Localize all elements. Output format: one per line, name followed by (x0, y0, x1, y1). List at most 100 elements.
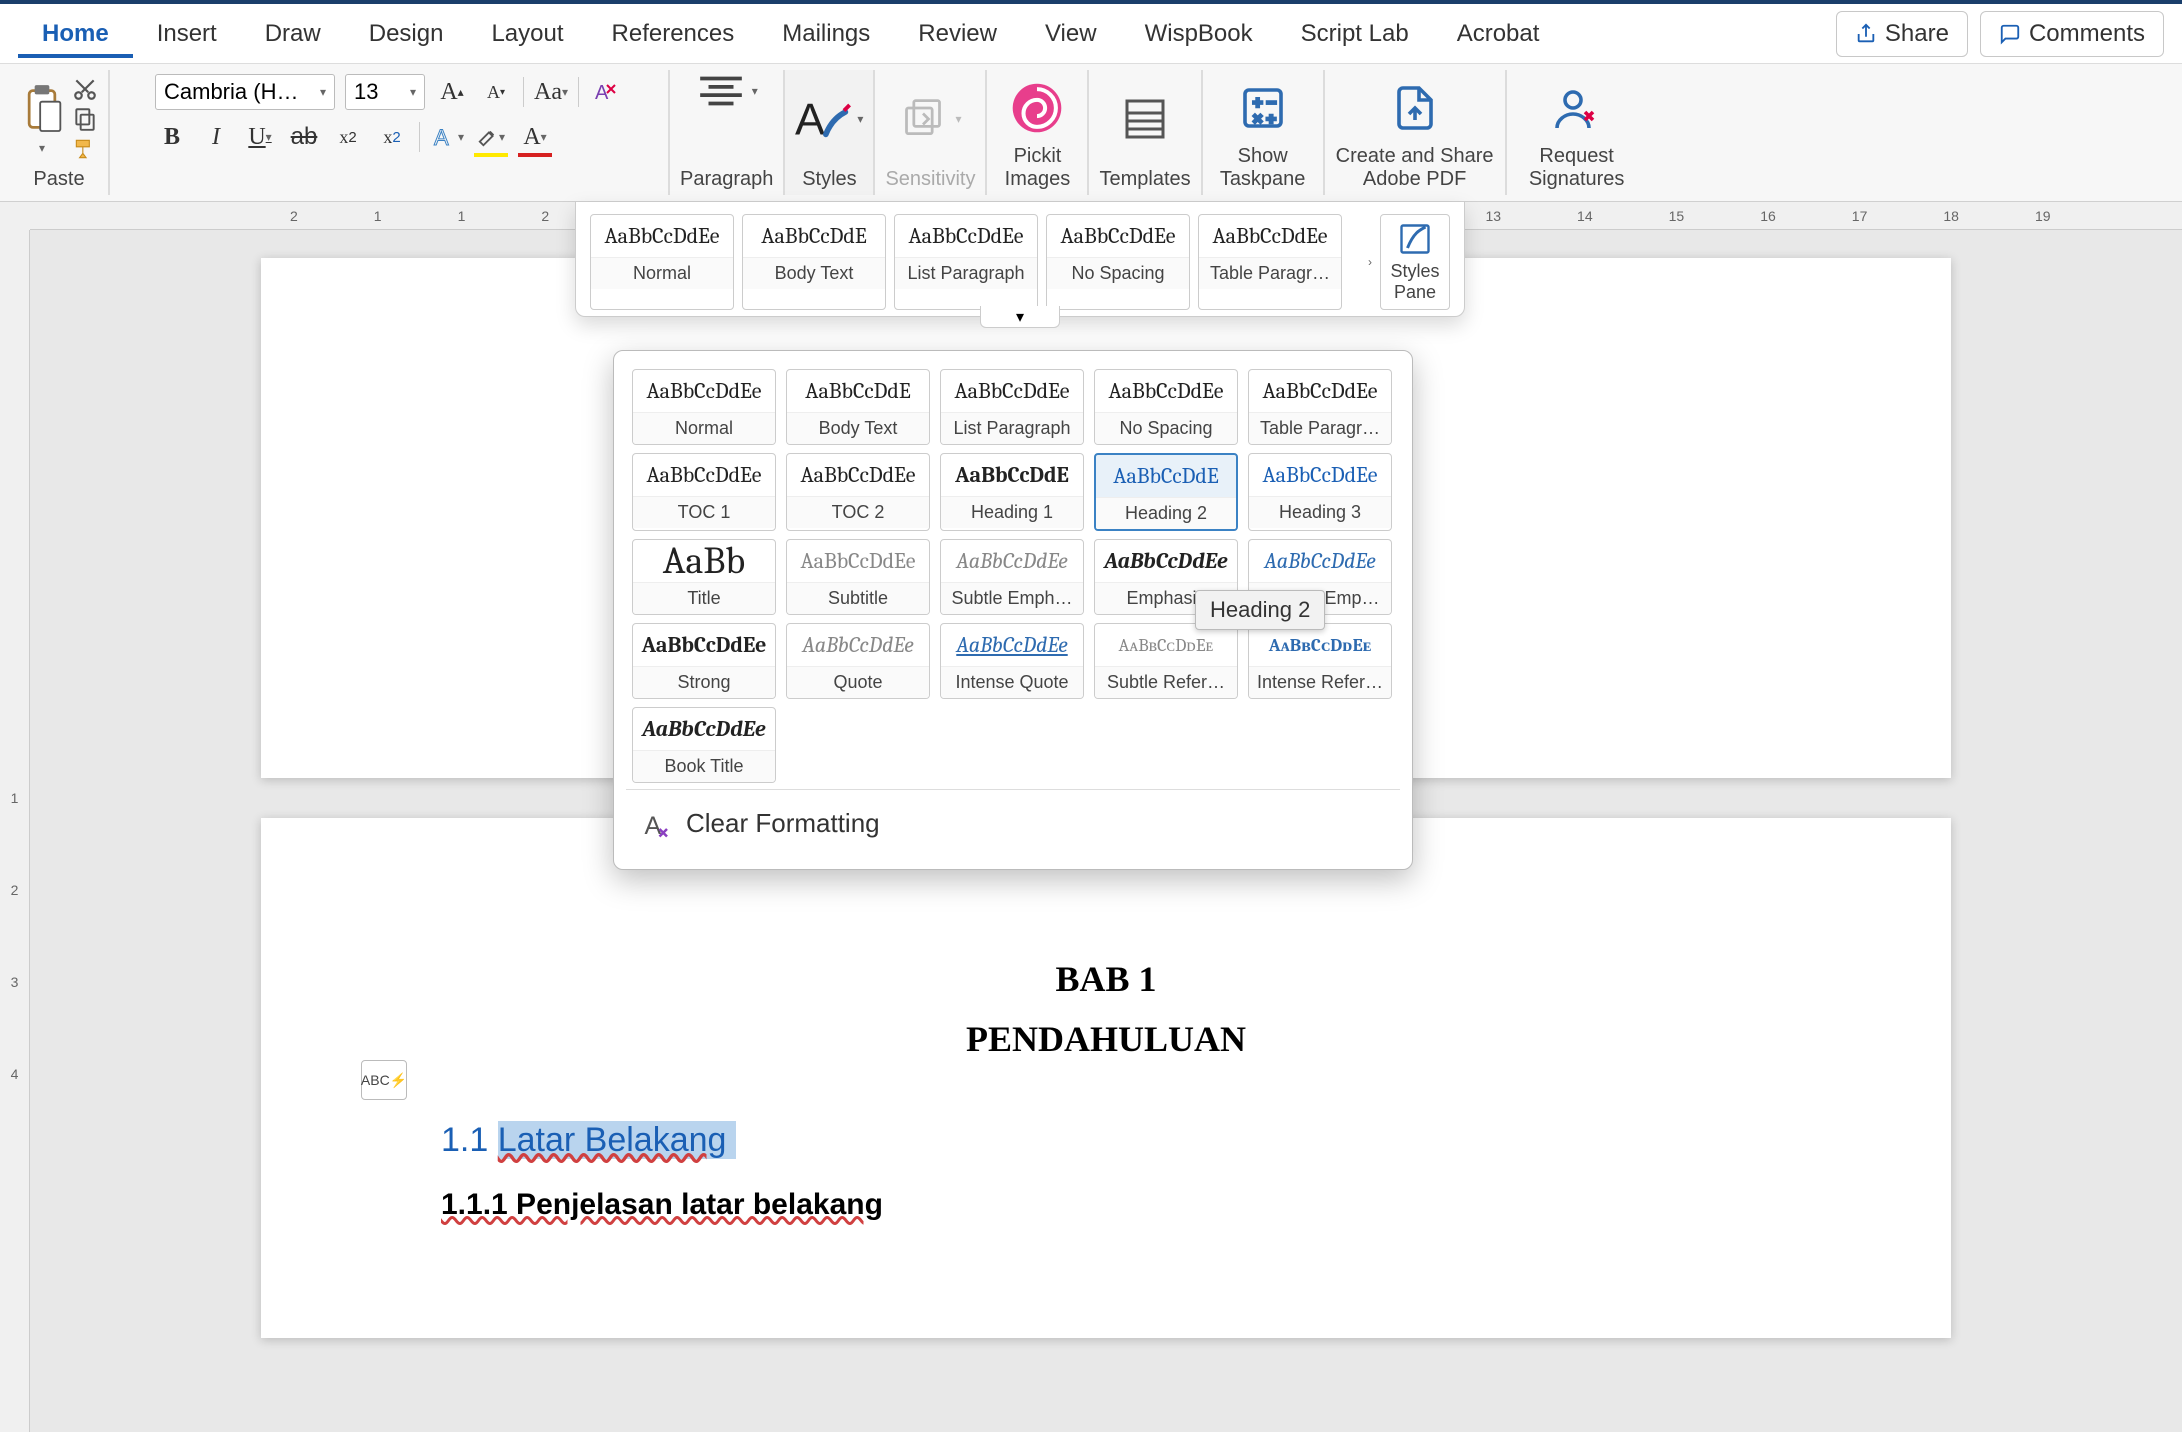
tab-design[interactable]: Design (345, 10, 468, 58)
grow-font-icon[interactable]: A▴ (435, 75, 469, 109)
change-case-icon[interactable]: Aa ▾ (534, 75, 568, 109)
paragraph-label: Paragraph (680, 168, 773, 191)
style-body-text[interactable]: AaBbCcDdEBody Text (786, 369, 930, 445)
tab-review[interactable]: Review (894, 10, 1021, 58)
cut-icon[interactable] (72, 76, 98, 102)
style-no-spacing[interactable]: AaBbCcDdEeNo Spacing (1094, 369, 1238, 445)
ribbon-tabs: HomeInsertDrawDesignLayoutReferencesMail… (0, 4, 2182, 64)
svg-text:× ÷: × ÷ (1253, 111, 1276, 128)
templates-icon[interactable] (1121, 95, 1169, 143)
adobe-pdf-group: Create and Share Adobe PDF (1325, 70, 1507, 195)
clipboard-group: ▾ Paste (10, 70, 110, 195)
tab-wispbook[interactable]: WispBook (1121, 10, 1277, 58)
doc-heading-2[interactable]: 1.1 Latar Belakang (441, 1120, 1771, 1160)
style-strong[interactable]: AaBbCcDdEeStrong (632, 623, 776, 699)
style-toc-2[interactable]: AaBbCcDdEeTOC 2 (786, 453, 930, 531)
paste-icon[interactable] (20, 83, 64, 135)
style-toc-1[interactable]: AaBbCcDdEeTOC 1 (632, 453, 776, 531)
style-tooltip: Heading 2 (1195, 590, 1325, 630)
subscript-button[interactable]: x2 (331, 120, 365, 154)
comments-label: Comments (2029, 20, 2145, 48)
copy-icon[interactable] (72, 106, 98, 132)
clear-format-icon[interactable]: A (589, 75, 623, 109)
style-table-paragr-[interactable]: AaBbCcDdEeTable Paragr… (1198, 214, 1342, 310)
font-color-icon[interactable]: A ▾ (518, 120, 552, 154)
highlight-icon[interactable]: ▾ (474, 120, 508, 154)
style-quote[interactable]: AaBbCcDdEeQuote (786, 623, 930, 699)
paragraph-chevron-icon[interactable]: ▾ (752, 84, 758, 98)
style-no-spacing[interactable]: AaBbCcDdEeNo Spacing (1046, 214, 1190, 310)
style-heading-2[interactable]: AaBbCcDdEHeading 2 (1094, 453, 1238, 531)
sensitivity-group: ▾ Sensitivity (875, 70, 987, 195)
styles-group: A ▾ Styles (785, 70, 875, 195)
styles-expand-chevron-icon[interactable]: ▾ (980, 306, 1060, 328)
style-subtle-refer-[interactable]: AᴀBʙCᴄDᴅEᴇSubtle Refer… (1094, 623, 1238, 699)
tab-draw[interactable]: Draw (241, 10, 345, 58)
italic-button[interactable]: I (199, 120, 233, 154)
font-size-combo[interactable]: 13▾ (345, 74, 425, 110)
pickit-label: Pickit Images (997, 145, 1077, 191)
sensitivity-label: Sensitivity (885, 168, 975, 191)
paste-chevron-icon[interactable]: ▾ (39, 141, 45, 155)
pickit-icon[interactable] (1010, 81, 1064, 135)
style-intense-quote[interactable]: AaBbCcDdEeIntense Quote (940, 623, 1084, 699)
templates-group: Templates (1089, 70, 1202, 195)
shrink-font-icon[interactable]: A▾ (479, 75, 513, 109)
style-list-paragraph[interactable]: AaBbCcDdEeList Paragraph (940, 369, 1084, 445)
svg-text:A: A (795, 95, 825, 143)
taskpane-group: + −× ÷ Show Taskpane (1203, 70, 1325, 195)
tab-script-lab[interactable]: Script Lab (1277, 10, 1433, 58)
style-table-paragr-[interactable]: AaBbCcDdEeTable Paragr… (1248, 369, 1392, 445)
signatures-icon[interactable] (1553, 84, 1601, 132)
font-group: Cambria (H…▾ 13▾ A▴ A▾ Aa ▾ A B I U ▾ ab… (110, 70, 670, 195)
adobe-pdf-icon[interactable] (1391, 84, 1439, 132)
style-normal[interactable]: AaBbCcDdEeNormal (632, 369, 776, 445)
style-title[interactable]: AaBbTitle (632, 539, 776, 615)
style-book-title[interactable]: AaBbCcDdEeBook Title (632, 707, 776, 783)
style-list-paragraph[interactable]: AaBbCcDdEeList Paragraph (894, 214, 1038, 310)
font-name-combo[interactable]: Cambria (H…▾ (155, 74, 335, 110)
style-body-text[interactable]: AaBbCcDdEBody Text (742, 214, 886, 310)
paragraph-group: ▾ Paragraph (670, 70, 785, 195)
strikethrough-button[interactable]: ab (287, 120, 321, 154)
share-button[interactable]: Share (1836, 11, 1968, 57)
clear-formatting-button[interactable]: A Clear Formatting (626, 789, 1400, 857)
style-intense-refer-[interactable]: AᴀBʙCᴄDᴅEᴇIntense Refer… (1248, 623, 1392, 699)
styles-pane-icon (1397, 221, 1433, 257)
autocorrect-options-icon[interactable]: ABC⚡ (361, 1060, 407, 1100)
tab-layout[interactable]: Layout (467, 10, 587, 58)
styles-chevron-icon[interactable]: ▾ (857, 112, 863, 126)
doc-heading-3[interactable]: 1.1.1 Penjelasan latar belakang (441, 1188, 1771, 1222)
styles-next-icon[interactable]: › (1368, 255, 1372, 269)
style-heading-3[interactable]: AaBbCcDdEeHeading 3 (1248, 453, 1392, 531)
styles-icon[interactable]: A (795, 95, 851, 143)
tab-references[interactable]: References (588, 10, 759, 58)
style-heading-1[interactable]: AaBbCcDdEHeading 1 (940, 453, 1084, 531)
style-normal[interactable]: AaBbCcDdEeNormal (590, 214, 734, 310)
clear-formatting-icon: A (642, 809, 672, 839)
bold-button[interactable]: B (155, 120, 189, 154)
tab-insert[interactable]: Insert (133, 10, 241, 58)
comments-button[interactable]: Comments (1980, 11, 2164, 57)
page-2: BAB 1 PENDAHULUAN 1.1 Latar Belakang 1.1… (261, 818, 1951, 1338)
styles-pane-button[interactable]: Styles Pane (1380, 214, 1450, 310)
share-label: Share (1885, 20, 1949, 48)
text-effects-icon[interactable]: A▾ (430, 120, 464, 154)
style-subtitle[interactable]: AaBbCcDdEeSubtitle (786, 539, 930, 615)
underline-button[interactable]: U ▾ (243, 120, 277, 154)
format-painter-icon[interactable] (72, 136, 98, 162)
svg-text:A: A (434, 125, 449, 150)
taskpane-icon[interactable]: + −× ÷ (1239, 84, 1287, 132)
svg-text:+ −: + − (1253, 95, 1276, 112)
tab-home[interactable]: Home (18, 10, 133, 58)
styles-label: Styles (802, 168, 856, 191)
tab-mailings[interactable]: Mailings (758, 10, 894, 58)
align-icon[interactable] (696, 74, 746, 108)
tab-view[interactable]: View (1021, 10, 1121, 58)
ruler-vertical[interactable]: 1234 (0, 230, 30, 1432)
sensitivity-icon (899, 97, 947, 141)
tab-acrobat[interactable]: Acrobat (1433, 10, 1564, 58)
doc-chapter-number: BAB 1 (441, 958, 1771, 1000)
style-subtle-emph-[interactable]: AaBbCcDdEeSubtle Emph… (940, 539, 1084, 615)
superscript-button[interactable]: x2 (375, 120, 409, 154)
